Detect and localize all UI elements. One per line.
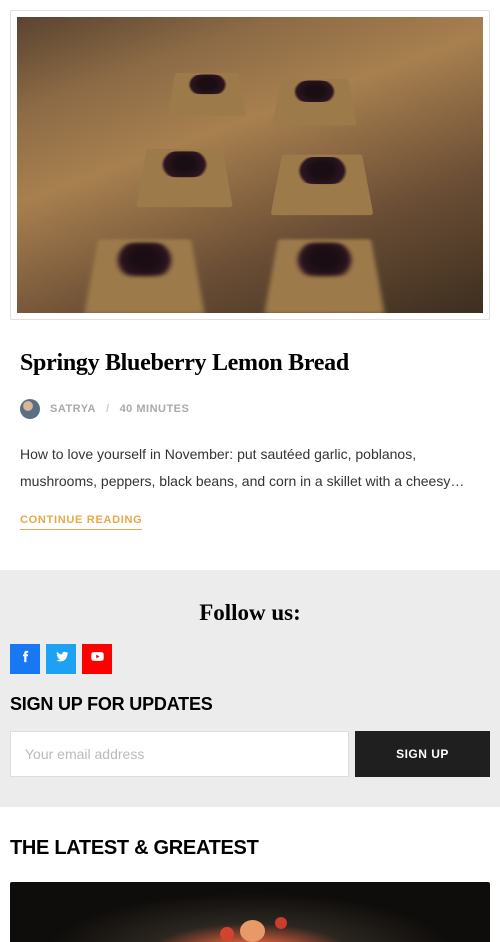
facebook-button[interactable] [10, 644, 40, 674]
email-input[interactable] [10, 731, 349, 777]
youtube-button[interactable] [82, 644, 112, 674]
article-card: Springy Blueberry Lemon Bread SATRYA / 4… [0, 0, 500, 570]
author-avatar[interactable] [20, 399, 40, 419]
article-body: Springy Blueberry Lemon Bread SATRYA / 4… [10, 320, 490, 570]
youtube-icon [90, 649, 105, 669]
follow-title: Follow us: [10, 600, 490, 626]
latest-article-image[interactable] [10, 882, 490, 942]
meta-separator: / [106, 403, 110, 415]
article-title[interactable]: Springy Blueberry Lemon Bread [20, 350, 480, 377]
article-duration: 40 MINUTES [120, 403, 190, 415]
signup-button[interactable]: SIGN UP [355, 731, 490, 777]
twitter-icon [54, 649, 69, 669]
twitter-button[interactable] [46, 644, 76, 674]
latest-section: THE LATEST & GREATEST [0, 807, 500, 942]
article-excerpt: How to love yourself in November: put sa… [20, 441, 480, 494]
latest-heading: THE LATEST & GREATEST [10, 837, 490, 860]
hero-image-inner [17, 17, 483, 313]
signup-heading: SIGN UP FOR UPDATES [10, 694, 490, 715]
follow-section: Follow us: SIGN UP FOR UPDATES SIGN UP [0, 570, 500, 807]
article-hero-image[interactable] [10, 10, 490, 320]
author-name[interactable]: SATRYA [50, 403, 96, 415]
facebook-icon [18, 649, 33, 669]
social-row [10, 644, 490, 674]
article-meta: SATRYA / 40 MINUTES [20, 399, 480, 419]
continue-reading-link[interactable]: CONTINUE READING [20, 514, 142, 530]
signup-form: SIGN UP [10, 731, 490, 777]
